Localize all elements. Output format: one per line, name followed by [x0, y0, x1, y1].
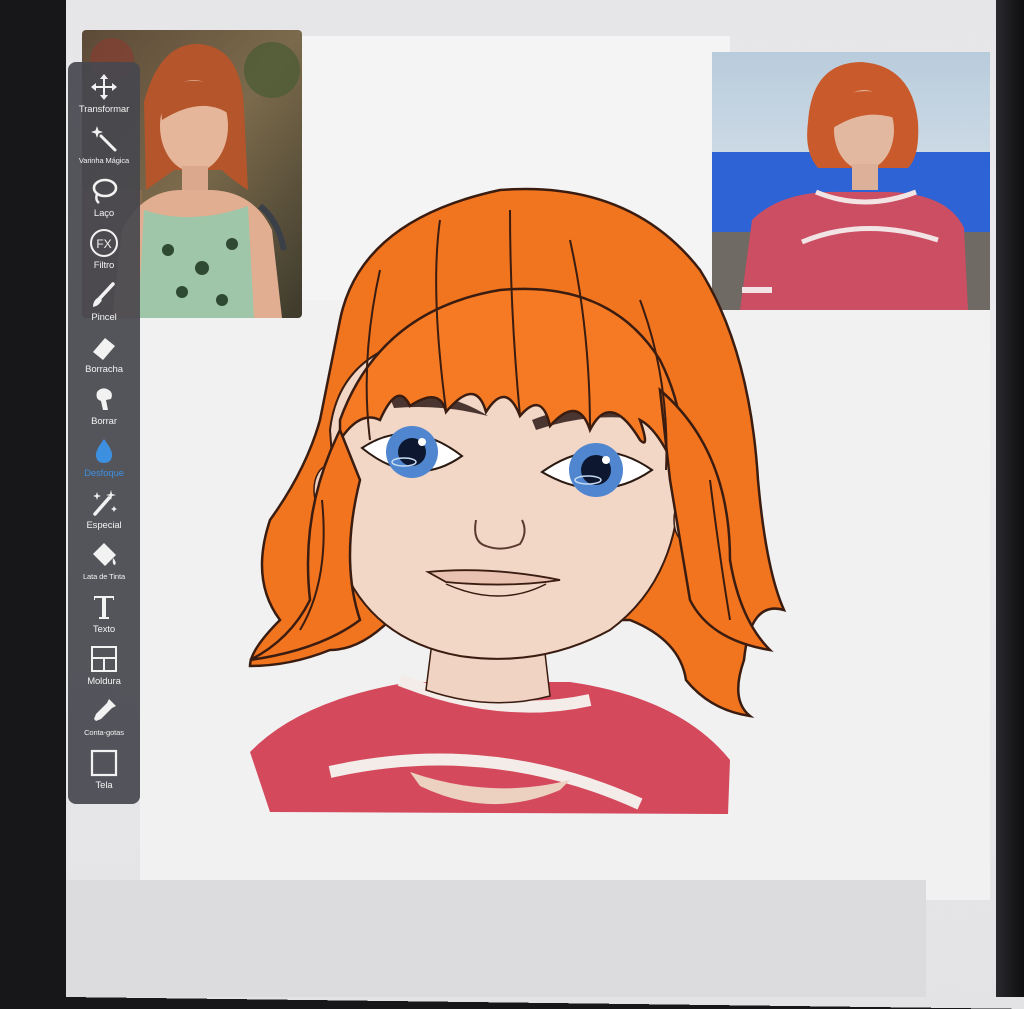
- tool-lata-de-tinta[interactable]: Lata de Tinta: [68, 540, 140, 592]
- tool-label: Moldura: [87, 676, 121, 687]
- tool-borracha[interactable]: Borracha: [68, 332, 140, 384]
- tool-label: Texto: [93, 624, 115, 635]
- tool-label: Borracha: [85, 364, 123, 375]
- canvas-square-icon: [89, 748, 119, 778]
- svg-text:FX: FX: [96, 237, 111, 251]
- tool-desfoque[interactable]: Desfoque: [68, 436, 140, 488]
- tool-transformar[interactable]: Transformar: [68, 72, 140, 124]
- tool-filtro[interactable]: FX Filtro: [68, 228, 140, 280]
- tool-label: Filtro: [94, 260, 115, 271]
- device-bezel: [996, 0, 1024, 997]
- tool-tela[interactable]: Tela: [68, 748, 140, 800]
- tool-label: Tela: [95, 780, 112, 791]
- tool-borrar[interactable]: Borrar: [68, 384, 140, 436]
- move-arrows-icon: [89, 72, 119, 102]
- cartoon-portrait-artwork[interactable]: [210, 180, 810, 830]
- tool-label: Pincel: [91, 312, 116, 323]
- magic-wand-icon: [89, 124, 119, 154]
- smudge-finger-icon: [89, 384, 119, 414]
- text-T-icon: [89, 592, 119, 622]
- tool-label: Conta-gotas: [84, 728, 124, 737]
- sparkle-wand-icon: [89, 488, 119, 518]
- brush-icon: [89, 280, 119, 310]
- tool-especial[interactable]: Especial: [68, 488, 140, 540]
- tool-pincel[interactable]: Pincel: [68, 280, 140, 332]
- eyedropper-icon: [89, 696, 119, 726]
- tool-label: Desfoque: [84, 468, 124, 479]
- tool-texto[interactable]: Texto: [68, 592, 140, 644]
- fx-icon: FX: [89, 228, 119, 258]
- frame-grid-icon: [89, 644, 119, 674]
- tool-moldura[interactable]: Moldura: [68, 644, 140, 696]
- screen-bottom-area: [66, 880, 926, 997]
- tool-varinha-magica[interactable]: Varinha Mágica: [68, 124, 140, 176]
- tool-label: Borrar: [91, 416, 117, 427]
- blur-drop-icon: [89, 436, 119, 466]
- eraser-icon: [89, 332, 119, 362]
- tool-label: Laço: [94, 208, 114, 219]
- tool-laco[interactable]: Laço: [68, 176, 140, 228]
- tool-label: Transformar: [79, 104, 129, 115]
- lasso-icon: [89, 176, 119, 206]
- paint-bucket-icon: [89, 540, 119, 570]
- tool-conta-gotas[interactable]: Conta-gotas: [68, 696, 140, 748]
- tool-label: Varinha Mágica: [79, 156, 129, 165]
- tool-label: Lata de Tinta: [83, 572, 125, 581]
- tools-toolbar: Transformar Varinha Mágica Laço FX Filtr…: [68, 62, 140, 804]
- tool-label: Especial: [86, 520, 121, 531]
